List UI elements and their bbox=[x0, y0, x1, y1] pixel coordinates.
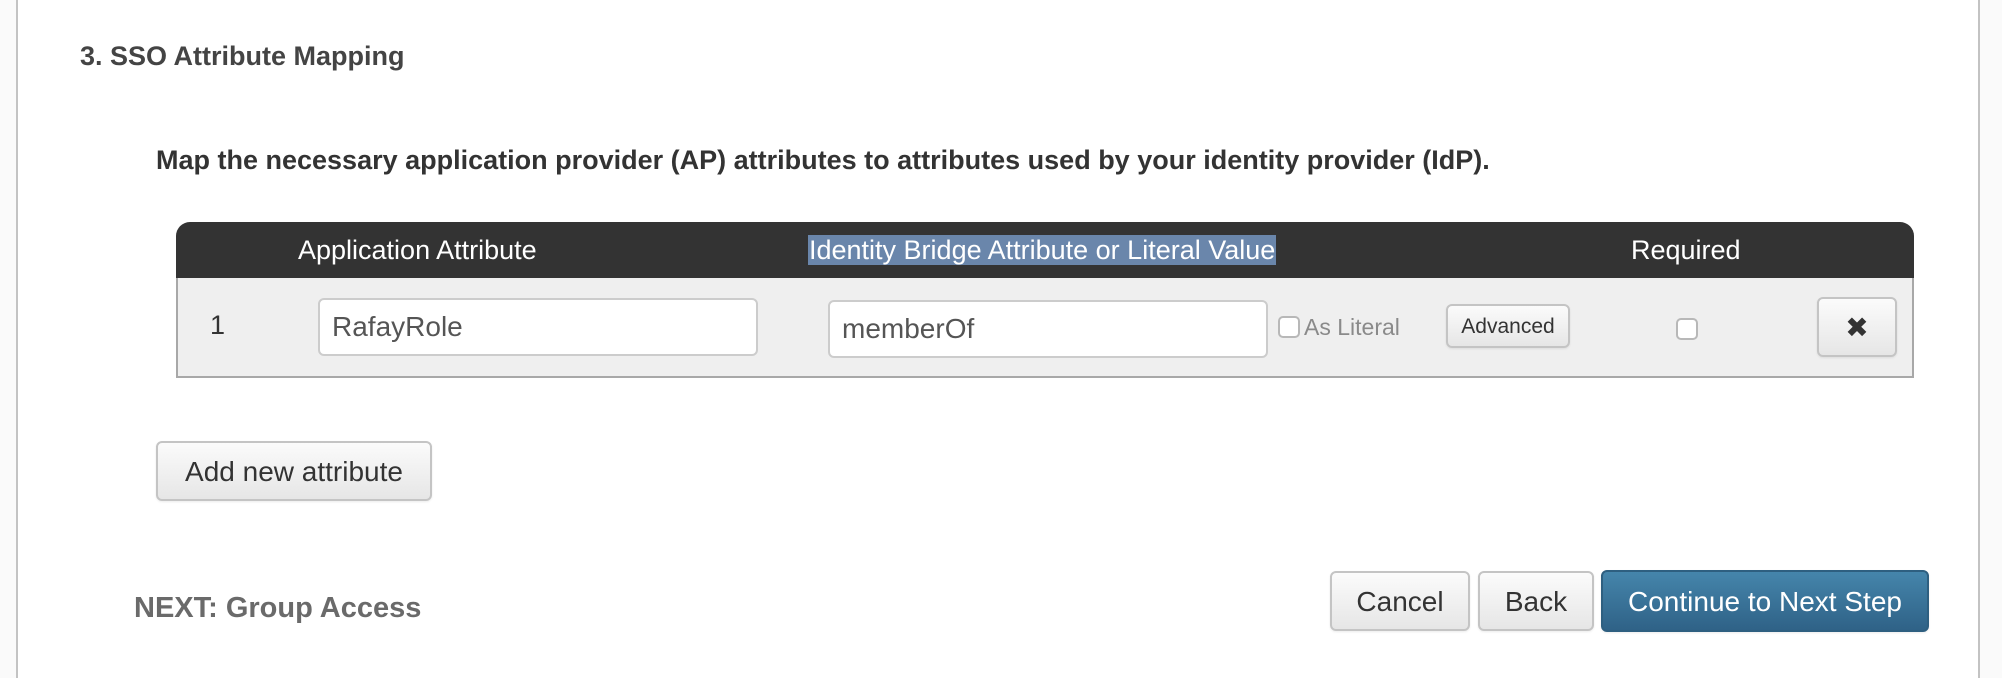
continue-to-next-step-button[interactable]: Continue to Next Step bbox=[1601, 570, 1929, 632]
table-header: Application Attribute Identity Bridge At… bbox=[176, 222, 1914, 278]
attribute-mapping-table: Application Attribute Identity Bridge At… bbox=[176, 222, 1914, 378]
column-header-identity-bridge-attribute: Identity Bridge Attribute or Literal Val… bbox=[808, 235, 1277, 265]
table-row: 1 As Literal Advanced ✖ bbox=[176, 278, 1914, 378]
column-header-required: Required bbox=[1631, 235, 1741, 265]
add-new-attribute-button[interactable]: Add new attribute bbox=[156, 441, 432, 501]
as-literal-label[interactable]: As Literal bbox=[1304, 314, 1400, 341]
cancel-button[interactable]: Cancel bbox=[1330, 571, 1470, 631]
next-step-label: NEXT: Group Access bbox=[134, 592, 422, 624]
advanced-button[interactable]: Advanced bbox=[1446, 304, 1570, 348]
required-checkbox[interactable] bbox=[1676, 318, 1698, 340]
sso-attribute-mapping-panel: 3. SSO Attribute Mapping Map the necessa… bbox=[16, 0, 1980, 678]
mapping-instructions: Map the necessary application provider (… bbox=[156, 145, 1490, 175]
back-button[interactable]: Back bbox=[1478, 571, 1594, 631]
column-header-application-attribute: Application Attribute bbox=[298, 235, 537, 265]
row-index: 1 bbox=[210, 310, 226, 340]
as-literal-checkbox[interactable] bbox=[1278, 316, 1300, 338]
close-icon: ✖ bbox=[1845, 312, 1869, 343]
application-attribute-input[interactable] bbox=[318, 298, 758, 356]
remove-attribute-button[interactable]: ✖ bbox=[1817, 297, 1897, 357]
section-title: 3. SSO Attribute Mapping bbox=[80, 41, 405, 71]
identity-bridge-attribute-input[interactable] bbox=[828, 300, 1268, 358]
